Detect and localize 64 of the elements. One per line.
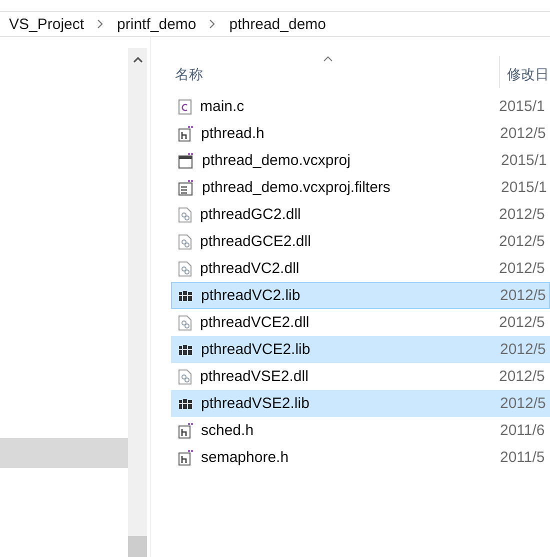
scroll-up-icon[interactable] <box>132 56 142 64</box>
file-date: 2011/6 <box>500 422 545 439</box>
c-file-icon <box>178 98 192 114</box>
file-name: pthreadVCE2.lib <box>201 341 312 358</box>
file-row[interactable]: semaphore.h 2011/5 <box>171 444 550 471</box>
file-name: pthread.h <box>201 125 266 142</box>
file-date: 2012/5 <box>500 341 546 358</box>
file-date: 2012/5 <box>500 125 546 142</box>
header-file-icon <box>178 422 193 438</box>
file-name: pthreadVSE2.dll <box>200 368 310 385</box>
file-date: 2015/1 <box>501 152 547 169</box>
file-date: 2012/5 <box>499 206 545 223</box>
file-name: main.c <box>200 98 246 115</box>
header-file-icon <box>178 450 193 466</box>
gear-file-icon <box>178 234 192 250</box>
file-name: pthreadGC2.dll <box>200 206 302 223</box>
file-row[interactable]: pthread_demo.vcxproj 2015/1 <box>171 147 550 174</box>
file-date: 2012/5 <box>499 368 545 385</box>
file-row[interactable]: pthread_demo.vcxproj.filters 2015/1 <box>171 174 550 201</box>
chevron-icon <box>208 19 216 29</box>
file-date: 2015/1 <box>501 179 547 196</box>
file-row[interactable]: pthreadVC2.dll 2012/5 <box>171 255 550 282</box>
scrollbar[interactable] <box>128 48 147 557</box>
file-row[interactable]: pthread.h 2012/5 <box>171 120 550 147</box>
file-row[interactable]: pthreadVCE2.lib 2012/5 <box>171 336 550 363</box>
file-name: pthreadVCE2.dll <box>200 314 310 331</box>
file-row[interactable]: pthreadVCE2.dll 2012/5 <box>171 309 550 336</box>
project-file-icon <box>178 152 194 168</box>
file-row[interactable]: pthreadGC2.dll 2012/5 <box>171 201 550 228</box>
file-row[interactable]: pthreadVSE2.dll 2012/5 <box>171 363 550 390</box>
breadcrumb-item[interactable]: VS_Project <box>9 16 84 32</box>
file-name: pthread_demo.vcxproj.filters <box>202 179 392 196</box>
filter-file-icon <box>178 180 194 196</box>
header-file-icon <box>178 126 193 142</box>
file-date: 2012/5 <box>500 287 546 304</box>
breadcrumb-item[interactable]: printf_demo <box>117 16 196 32</box>
file-date: 2012/5 <box>499 260 545 277</box>
file-date: 2015/1 <box>499 98 545 115</box>
file-date: 2011/5 <box>500 449 545 466</box>
file-name: pthread_demo.vcxproj <box>202 152 352 169</box>
file-row[interactable]: main.c 2015/1 <box>171 93 550 120</box>
file-row[interactable]: pthreadVSE2.lib 2012/5 <box>171 390 550 417</box>
file-name: pthreadVSE2.lib <box>201 395 310 412</box>
gear-file-icon <box>178 314 192 330</box>
chevron-icon <box>96 19 104 29</box>
gear-file-icon <box>178 260 192 276</box>
file-name: semaphore.h <box>201 449 290 466</box>
file-row[interactable]: pthreadGCE2.dll 2012/5 <box>171 228 550 255</box>
file-row[interactable]: sched.h 2011/6 <box>171 417 550 444</box>
breadcrumb-item[interactable]: pthread_demo <box>229 16 326 32</box>
file-date: 2012/5 <box>499 233 545 250</box>
file-name: pthreadVC2.dll <box>200 260 300 277</box>
file-date: 2012/5 <box>499 314 545 331</box>
file-name: sched.h <box>201 422 255 439</box>
scrollbar-thumb[interactable] <box>128 536 147 557</box>
file-row[interactable]: pthreadVC2.lib 2012/5 <box>171 282 550 309</box>
gear-file-icon <box>178 368 192 384</box>
file-date: 2012/5 <box>500 395 546 412</box>
column-header[interactable]: 名称 <box>175 66 499 90</box>
nav-item[interactable] <box>0 438 128 468</box>
file-name: pthreadVC2.lib <box>201 287 302 304</box>
column-header[interactable]: 修改日 <box>507 66 549 88</box>
file-name: pthreadGCE2.dll <box>200 233 312 250</box>
gear-file-icon <box>178 206 192 222</box>
